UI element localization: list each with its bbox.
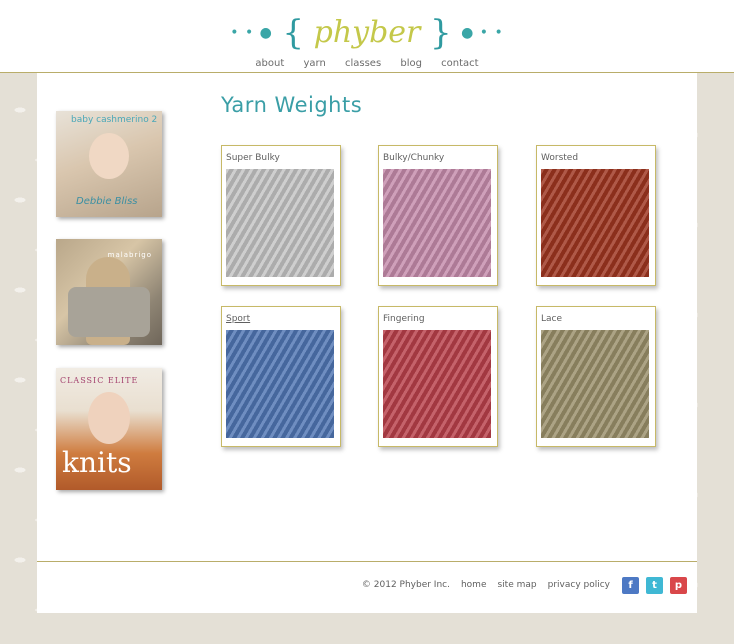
logo-word: phyber (313, 15, 421, 50)
site-footer: © 2012 Phyber Inc. home site map privacy… (351, 575, 687, 595)
yarn-card-label: Worsted (541, 153, 579, 163)
footer-divider (37, 561, 697, 562)
baby-photo (89, 133, 129, 179)
yarn-card-fingering[interactable]: Fingering (378, 306, 498, 447)
book-brand: CLASSIC ELITE (60, 376, 139, 385)
yarn-swatch (226, 330, 334, 438)
phyber-logo[interactable]: • • ● { phyber } ● • • (0, 12, 734, 53)
nav-item-contact[interactable]: contact (441, 58, 478, 69)
page-title: Yarn Weights (221, 93, 363, 117)
yarn-card-label: Fingering (383, 314, 425, 324)
twitter-icon[interactable]: t (646, 576, 663, 594)
site-header: • • ● { phyber } ● • • about yarn classe… (0, 0, 734, 73)
footer-link-privacy-policy[interactable]: privacy policy (548, 580, 610, 590)
copyright-text: © 2012 Phyber Inc. (361, 580, 450, 590)
yarn-swatch (541, 169, 649, 277)
logo-dots-left: • • ● (230, 25, 273, 41)
footer-link-home[interactable]: home (461, 580, 487, 590)
yarn-card-lace[interactable]: Lace (536, 306, 656, 447)
book-classic-elite[interactable]: CLASSIC ELITE knits (56, 368, 162, 490)
logo-dots-right: ● • • (461, 25, 504, 41)
yarn-card-worsted[interactable]: Worsted (536, 145, 656, 286)
facebook-icon[interactable]: f (622, 576, 639, 594)
model-photo (88, 392, 130, 444)
yarn-swatch (383, 169, 491, 277)
yarn-card-bulky-chunky[interactable]: Bulky/Chunky (378, 145, 498, 286)
book-title: baby cashmerino 2 (71, 115, 158, 125)
book-brand: malabrigo (107, 251, 152, 259)
nav-item-yarn[interactable]: yarn (303, 58, 325, 69)
book-baby-cashmerino[interactable]: baby cashmerino 2 Debbie Bliss (56, 111, 162, 217)
book-author: Debbie Bliss (76, 196, 138, 207)
nav-item-blog[interactable]: blog (400, 58, 422, 69)
yarn-card-sport[interactable]: Sport (221, 306, 341, 447)
yarn-card-label: Bulky/Chunky (383, 153, 445, 163)
yarn-swatch (541, 330, 649, 438)
logo-brace-open: { (282, 13, 305, 53)
footer-link-site-map[interactable]: site map (497, 580, 536, 590)
pinterest-icon[interactable]: p (670, 576, 687, 594)
yarn-swatch (383, 330, 491, 438)
yarn-card-label: Super Bulky (226, 153, 280, 163)
main-nav: about yarn classes blog contact (0, 58, 734, 69)
shawl-photo (68, 287, 150, 337)
nav-item-about[interactable]: about (255, 58, 284, 69)
yarn-swatch (226, 169, 334, 277)
book-title: knits (62, 446, 132, 479)
book-malabrigo[interactable]: malabrigo (56, 239, 162, 345)
yarn-card-label: Lace (541, 314, 563, 324)
yarn-card-label[interactable]: Sport (226, 314, 250, 324)
logo-brace-close: } (429, 13, 452, 53)
yarn-card-super-bulky[interactable]: Super Bulky (221, 145, 341, 286)
content-area: baby cashmerino 2 Debbie Bliss malabrigo… (37, 73, 697, 613)
nav-item-classes[interactable]: classes (345, 58, 381, 69)
